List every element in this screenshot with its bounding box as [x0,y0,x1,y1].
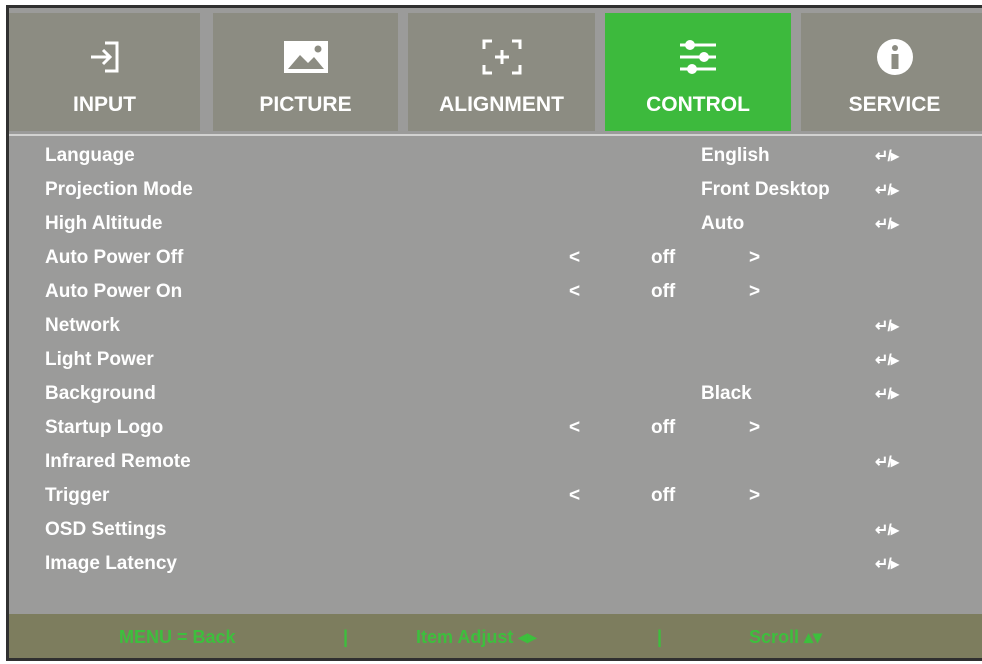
item-label: OSD Settings [45,519,167,540]
scroll-hint: Scroll ▴▾ [749,627,823,647]
item-label: Light Power [45,349,154,370]
decrease-arrow[interactable]: < [569,247,580,269]
item-label: Auto Power Off [45,247,184,268]
tab-control[interactable]: CONTROL [605,13,791,131]
control-icon [605,35,791,79]
enter-right-icon[interactable]: ↵/▸ [875,350,899,370]
enter-right-icon[interactable]: ↵/▸ [875,180,899,200]
decrease-arrow[interactable]: < [569,485,580,507]
decrease-arrow[interactable]: < [569,417,580,439]
enter-right-icon[interactable]: ↵/▸ [875,452,899,472]
item-label: Infrared Remote [45,451,191,472]
enter-right-icon[interactable]: ↵/▸ [875,520,899,540]
row-image-latency[interactable]: Image Latency ↵/▸ [9,547,982,581]
tab-alignment[interactable]: ALIGNMENT [408,13,595,131]
item-value: Front Desktop [701,179,830,200]
item-label: Startup Logo [45,417,164,438]
picture-icon [213,35,398,79]
row-infrared-remote[interactable]: Infrared Remote ↵/▸ [9,445,982,479]
row-auto-power-on[interactable]: Auto Power On < off > [9,275,982,309]
item-value: off [651,281,676,302]
footer-separator: | [343,627,349,647]
tab-service[interactable]: SERVICE [801,13,982,131]
tab-picture-label: PICTURE [259,93,352,116]
item-label: Background [45,383,156,404]
row-network[interactable]: Network ↵/▸ [9,309,982,343]
item-label: Auto Power On [45,281,183,302]
tab-service-label: SERVICE [848,93,941,116]
enter-right-icon[interactable]: ↵/▸ [875,384,899,404]
decrease-arrow[interactable]: < [569,281,580,303]
item-label: Image Latency [45,553,177,574]
row-auto-power-off[interactable]: Auto Power Off < off > [9,241,982,275]
item-value: off [651,485,676,506]
row-startup-logo[interactable]: Startup Logo < off > [9,411,982,445]
item-value: English [701,145,770,166]
item-label: Projection Mode [45,179,193,200]
enter-right-icon[interactable]: ↵/▸ [875,316,899,336]
row-language[interactable]: Language English ↵/▸ [9,139,982,173]
menu-back-hint: MENU = Back [119,627,236,647]
tab-picture[interactable]: PICTURE [213,13,398,131]
alignment-icon [408,35,595,79]
divider [9,134,982,136]
tab-bar: INPUT PICTURE ALIGNMENT CONTROL SERVICE [9,8,982,134]
enter-right-icon[interactable]: ↵/▸ [875,214,899,234]
row-background[interactable]: Background Black ↵/▸ [9,377,982,411]
tab-input[interactable]: INPUT [9,13,200,131]
input-icon [9,35,200,79]
tab-input-label: INPUT [73,93,136,116]
enter-right-icon[interactable]: ↵/▸ [875,554,899,574]
item-label: Trigger [45,485,110,506]
item-value: Black [701,383,752,404]
item-value: off [651,247,676,268]
enter-right-icon[interactable]: ↵/▸ [875,146,899,166]
tab-alignment-label: ALIGNMENT [439,93,564,116]
row-light-power[interactable]: Light Power ↵/▸ [9,343,982,377]
row-high-altitude[interactable]: High Altitude Auto ↵/▸ [9,207,982,241]
increase-arrow[interactable]: > [749,247,760,269]
item-label: High Altitude [45,213,163,234]
osd-menu: INPUT PICTURE ALIGNMENT CONTROL SERVICE … [6,5,982,661]
increase-arrow[interactable]: > [749,281,760,303]
increase-arrow[interactable]: > [749,485,760,507]
tab-control-label: CONTROL [646,93,750,116]
row-projection-mode[interactable]: Projection Mode Front Desktop ↵/▸ [9,173,982,207]
increase-arrow[interactable]: > [749,417,760,439]
item-label: Language [45,145,135,166]
service-icon [801,35,982,79]
footer-separator: | [657,627,663,647]
row-osd-settings[interactable]: OSD Settings ↵/▸ [9,513,982,547]
item-adjust-hint: Item Adjust ◂▸ [416,627,537,647]
item-label: Network [45,315,120,336]
help-bar: MENU = Back | Item Adjust ◂▸ | Scroll ▴▾ [9,614,982,658]
item-value: Auto [701,213,745,234]
row-trigger[interactable]: Trigger < off > [9,479,982,513]
item-value: off [651,417,676,438]
